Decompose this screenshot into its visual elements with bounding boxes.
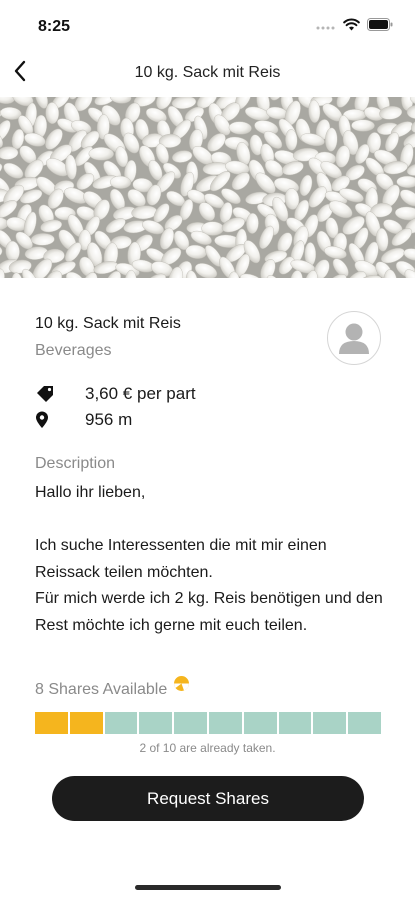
shares-progress-bar xyxy=(35,712,381,734)
status-bar: 8:25 xyxy=(0,0,415,50)
share-segment-available xyxy=(139,712,173,734)
shares-available-text: 8 Shares Available xyxy=(35,681,168,698)
share-segment-available xyxy=(243,712,277,734)
pie-slice-icon xyxy=(173,675,190,697)
price-row: 3,60 € per part xyxy=(35,384,196,404)
distance-text: 956 m xyxy=(85,410,133,429)
share-segment-available xyxy=(208,712,242,734)
share-segment-available xyxy=(313,712,347,734)
navigation-bar: 10 kg. Sack mit Reis xyxy=(0,50,415,96)
share-segment-available xyxy=(348,712,381,734)
description-text: Hallo ihr lieben, Ich suche Interessente… xyxy=(35,484,383,634)
shares-available-label: 8 Shares Available xyxy=(35,676,190,699)
price-tag-icon xyxy=(35,384,57,404)
share-segment-available xyxy=(278,712,312,734)
share-segment-taken xyxy=(69,712,103,734)
user-icon xyxy=(328,323,380,364)
owner-avatar[interactable] xyxy=(327,311,381,365)
share-segment-available xyxy=(174,712,207,734)
home-indicator xyxy=(135,885,281,890)
cellular-signal-icon xyxy=(316,18,336,36)
distance-row: 956 m xyxy=(35,410,132,430)
shares-caption: 2 of 10 are already taken. xyxy=(139,741,276,755)
status-time: 8:25 xyxy=(38,18,71,35)
item-title: 10 kg. Sack mit Reis xyxy=(35,315,181,332)
battery-icon xyxy=(367,18,393,36)
wifi-icon xyxy=(343,18,360,36)
location-pin-icon xyxy=(35,410,57,430)
status-icons xyxy=(316,18,393,36)
item-category: Beverages xyxy=(35,342,112,359)
product-image xyxy=(0,97,415,278)
description-label: Description xyxy=(35,455,116,472)
price-text: 3,60 € per part xyxy=(85,384,196,403)
share-segment-available xyxy=(104,712,138,734)
request-shares-button[interactable]: Request Shares xyxy=(52,776,364,821)
item-detail-screen: 8:25 10 kg. Sack mit Reis 10 kg. Sack mi… xyxy=(0,0,415,900)
share-segment-taken xyxy=(35,712,68,734)
nav-title: 10 kg. Sack mit Reis xyxy=(134,64,281,81)
